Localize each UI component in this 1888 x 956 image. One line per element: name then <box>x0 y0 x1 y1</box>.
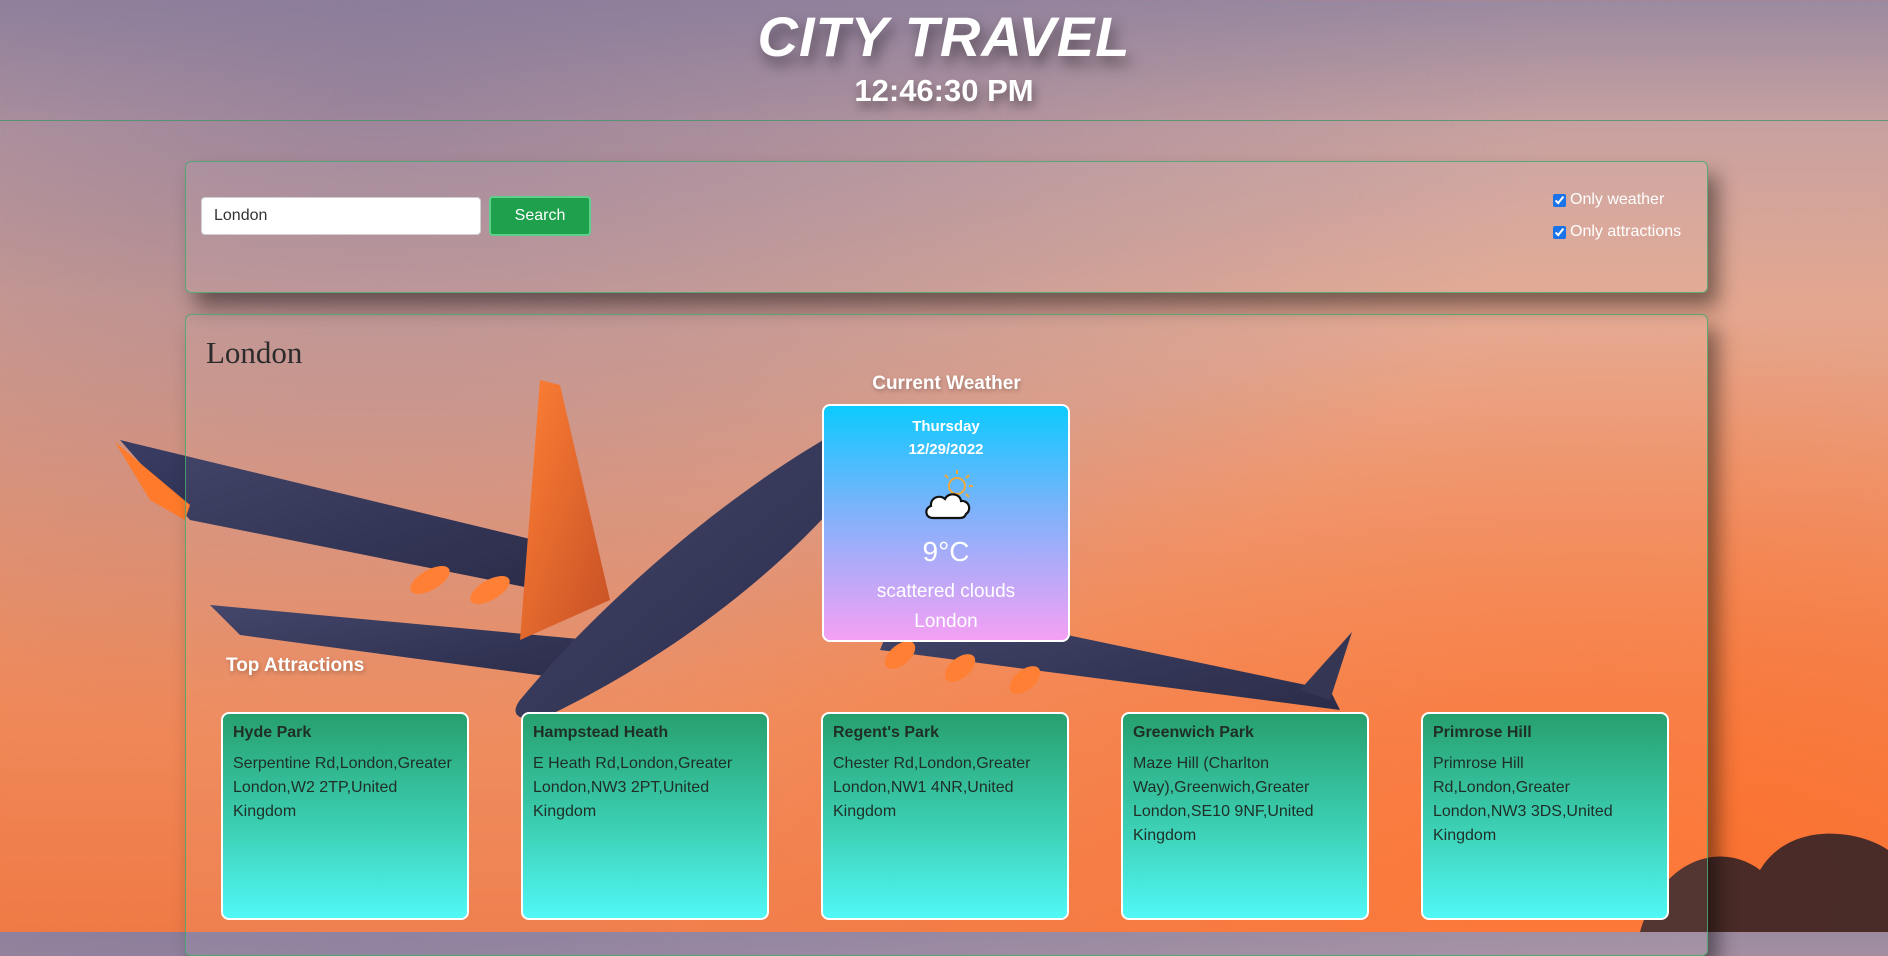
weather-heading: Current Weather <box>872 373 1021 394</box>
search-panel: Search Only weather Only attractions <box>185 161 1708 293</box>
attraction-address: E Heath Rd,London,Greater London,NW3 2PT… <box>533 755 733 820</box>
partly-cloudy-icon <box>925 470 973 520</box>
attraction-card[interactable]: Primrose Hill Primrose Hill Rd,London,Gr… <box>1421 712 1669 920</box>
weather-card: Thursday 12/29/2022 9°C scattered clouds… <box>822 404 1070 642</box>
attraction-card[interactable]: Greenwich Park Maze Hill (Charlton Way),… <box>1121 712 1369 920</box>
only-attractions-option[interactable]: Only attractions <box>1553 223 1681 241</box>
weather-temperature: 9°C <box>922 536 970 567</box>
attraction-address: Primrose Hill Rd,London,Greater London,N… <box>1433 755 1613 844</box>
attraction-address: Maze Hill (Charlton Way),Greenwich,Great… <box>1133 755 1314 844</box>
attraction-card[interactable]: Hyde Park Serpentine Rd,London,Greater L… <box>221 712 469 920</box>
search-input[interactable] <box>201 197 481 235</box>
only-weather-checkbox[interactable] <box>1553 193 1566 207</box>
attraction-address: Chester Rd,London,Greater London,NW1 4NR… <box>833 755 1031 820</box>
only-attractions-label: Only attractions <box>1570 223 1682 240</box>
attraction-address: Serpentine Rd,London,Greater London,W2 2… <box>233 755 452 820</box>
attraction-name: Hampstead Heath <box>533 724 669 741</box>
attraction-name: Primrose Hill <box>1433 724 1532 741</box>
attraction-card[interactable]: Regent's Park Chester Rd,London,Greater … <box>821 712 1069 920</box>
header: CITY TRAVEL 12:46:30 PM <box>0 0 1888 121</box>
only-weather-option[interactable]: Only weather <box>1553 191 1664 209</box>
attraction-card[interactable]: Hampstead Heath E Heath Rd,London,Greate… <box>521 712 769 920</box>
weather-date: 12/29/2022 <box>908 441 984 458</box>
city-name: London <box>206 335 303 370</box>
results-panel: London Current Weather Thursday 12/29/20… <box>185 314 1708 956</box>
weather-description: scattered clouds <box>876 581 1016 602</box>
attraction-name: Regent's Park <box>833 724 940 741</box>
weather-city: London <box>914 611 978 632</box>
app-title: CITY TRAVEL <box>757 5 1131 68</box>
only-attractions-checkbox[interactable] <box>1553 225 1566 239</box>
clock: 12:46:30 PM <box>854 73 1034 108</box>
only-weather-label: Only weather <box>1570 191 1665 208</box>
search-button[interactable]: Search <box>489 196 591 236</box>
attraction-name: Hyde Park <box>233 724 312 741</box>
weather-day: Thursday <box>912 418 980 435</box>
attraction-name: Greenwich Park <box>1133 724 1254 741</box>
attractions-heading: Top Attractions <box>226 655 365 676</box>
